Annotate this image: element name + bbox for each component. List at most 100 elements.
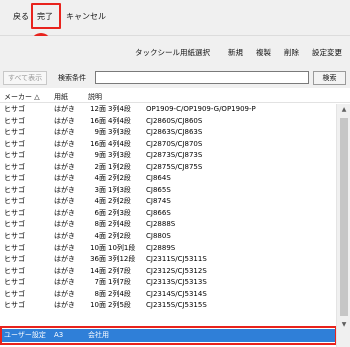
- cell-maker: ヒサゴ: [4, 278, 25, 287]
- search-input[interactable]: [95, 71, 309, 84]
- cell-maker: ヒサゴ: [4, 197, 25, 206]
- scroll-down-arrow-icon[interactable]: ▼: [337, 319, 350, 331]
- cell-code: CJ865S: [146, 185, 171, 194]
- cell-layout: 3列12段: [108, 255, 136, 264]
- cell-code: CJ2314S/CJ5314S: [146, 289, 207, 298]
- cancel-button[interactable]: キャンセル: [65, 11, 107, 23]
- cell-code: CJ2870S/CJ870S: [146, 139, 203, 148]
- cell-code: CJ2312S/CJ5312S: [146, 266, 207, 275]
- cell-maker: ヒサゴ: [4, 301, 25, 310]
- table-row[interactable]: ヒサゴ はがき 4面 2列2段 CJ864S: [0, 173, 336, 185]
- cell-layout: 4列4段: [108, 139, 131, 148]
- delete-button[interactable]: 削除: [284, 47, 299, 58]
- new-button[interactable]: 新規: [228, 47, 243, 58]
- cell-maker: ヒサゴ: [4, 174, 25, 183]
- cell-count: 9面: [94, 128, 106, 137]
- cell-code: CJ2875S/CJ875S: [146, 162, 203, 171]
- cell-paper: はがき: [54, 220, 75, 229]
- cell-maker: ヒサゴ: [4, 289, 25, 298]
- cell-count: 16面: [90, 139, 106, 148]
- cell-layout: 2列2段: [108, 232, 131, 241]
- cell-layout: 2列7段: [108, 266, 131, 275]
- table-row[interactable]: ヒサゴ はがき 6面 2列3段 CJ866S: [0, 208, 336, 220]
- cell-layout: 4列4段: [108, 116, 131, 125]
- cell-paper: はがき: [54, 289, 75, 298]
- cell-paper: はがき: [54, 139, 75, 148]
- scroll-up-arrow-icon[interactable]: ▲: [337, 104, 350, 116]
- search-button[interactable]: 検索: [313, 71, 346, 85]
- table-row[interactable]: ヒサゴ はがき 10面 10列1段 CJ2889S: [0, 243, 336, 255]
- cell-code: CJ2315S/CJ5315S: [146, 301, 207, 310]
- selected-row-highlight: [0, 326, 337, 345]
- table-row[interactable]: ヒサゴ はがき 9面 3列3段 CJ2873S/CJ873S: [0, 150, 336, 162]
- table-row[interactable]: ヒサゴ はがき 16面 4列4段 CJ2860S/CJ860S: [0, 116, 336, 128]
- cell-paper: はがき: [54, 151, 75, 160]
- cell-count: 2面: [94, 162, 106, 171]
- table-body: ヒサゴ はがき 12面 3列4段 OP1909-C/OP1909-G/OP1909-P …: [0, 104, 336, 312]
- search-condition-label: 検索条件: [58, 74, 86, 82]
- cell-count: 16面: [90, 116, 106, 125]
- cell-count: 8面: [94, 289, 106, 298]
- column-header-maker[interactable]: メーカー △: [4, 92, 40, 102]
- cell-count: 3面: [94, 185, 106, 194]
- table-row[interactable]: ヒサゴ はがき 36面 3列12段 CJ2311S/CJ5311S: [0, 254, 336, 266]
- change-settings-button[interactable]: 設定変更: [312, 47, 342, 58]
- cell-maker: ヒサゴ: [4, 185, 25, 194]
- table-row[interactable]: ヒサゴ はがき 8面 2列4段 CJ2314S/CJ5314S: [0, 289, 336, 301]
- cell-count: 8面: [94, 220, 106, 229]
- table-row[interactable]: ヒサゴ はがき 14面 2列7段 CJ2312S/CJ5312S: [0, 266, 336, 278]
- column-header-description[interactable]: 説明: [88, 92, 102, 102]
- cell-paper: はがき: [54, 185, 75, 194]
- cell-count: 10面: [90, 243, 106, 252]
- scrollbar-thumb[interactable]: [340, 118, 348, 316]
- done-button-highlight: [31, 3, 61, 29]
- duplicate-button[interactable]: 複製: [256, 47, 271, 58]
- cell-paper: はがき: [54, 105, 75, 113]
- table-row[interactable]: ヒサゴ はがき 9面 3列3段 CJ2863S/CJ863S: [0, 127, 336, 139]
- cell-maker: ヒサゴ: [4, 128, 25, 137]
- cell-count: 12面: [90, 105, 106, 113]
- table-row[interactable]: ヒサゴ はがき 12面 3列4段 OP1909-C/OP1909-G/OP1909-P: [0, 104, 336, 116]
- cell-code: CJ2311S/CJ5311S: [146, 255, 207, 264]
- label-paper-table: メーカー △ 用紙 説明 ヒサゴ はがき 12面 3列4段 OP1909-C/OP190…: [0, 89, 350, 347]
- cell-paper: はがき: [54, 128, 75, 137]
- cell-paper: はがき: [54, 208, 75, 217]
- table-row[interactable]: ヒサゴ はがき 3面 1列3段 CJ865S: [0, 185, 336, 197]
- table-row[interactable]: ヒサゴ はがき 7面 1列7段 CJ2313S/CJ5313S: [0, 277, 336, 289]
- column-header-paper[interactable]: 用紙: [54, 92, 68, 102]
- vertical-scrollbar[interactable]: ▲ ▼: [336, 104, 350, 347]
- cell-paper: はがき: [54, 116, 75, 125]
- cell-layout: 1列2段: [108, 162, 131, 171]
- cell-maker: ヒサゴ: [4, 232, 25, 241]
- cell-layout: 3列3段: [108, 128, 131, 137]
- search-bar: すべて表示 検索条件 検索: [0, 68, 350, 88]
- cell-count: 10面: [90, 301, 106, 310]
- cell-code: CJ2860S/CJ860S: [146, 116, 203, 125]
- cell-code: OP1909-C/OP1909-G/OP1909-P: [146, 105, 256, 113]
- cell-paper: はがき: [54, 162, 75, 171]
- table-row[interactable]: ヒサゴ はがき 4面 2列2段 CJ874S: [0, 196, 336, 208]
- panel-header: タックシール用紙選択 新規 複製 削除 設定変更: [0, 36, 350, 68]
- cell-maker: ヒサゴ: [4, 116, 25, 125]
- cell-layout: 1列7段: [108, 278, 131, 287]
- cell-maker: ヒサゴ: [4, 162, 25, 171]
- table-row[interactable]: ヒサゴ はがき 2面 1列2段 CJ2875S/CJ875S: [0, 162, 336, 174]
- cell-count: 14面: [90, 266, 106, 275]
- cell-layout: 2列2段: [108, 197, 131, 206]
- back-button[interactable]: 戻る: [12, 11, 30, 23]
- cell-maker: ヒサゴ: [4, 139, 25, 148]
- cell-maker: ヒサゴ: [4, 266, 25, 275]
- cell-code: CJ2889S: [146, 243, 176, 252]
- cell-layout: 2列3段: [108, 208, 131, 217]
- top-toolbar: 戻る 完了 キャンセル: [0, 0, 350, 36]
- cell-maker: ヒサゴ: [4, 255, 25, 264]
- cell-paper: はがき: [54, 243, 75, 252]
- table-row[interactable]: ヒサゴ はがき 8面 2列4段 CJ2888S: [0, 219, 336, 231]
- table-row[interactable]: ヒサゴ はがき 16面 4列4段 CJ2870S/CJ870S: [0, 139, 336, 151]
- cell-layout: 2列5段: [108, 301, 131, 310]
- show-all-button[interactable]: すべて表示: [3, 71, 47, 85]
- cell-maker: ヒサゴ: [4, 105, 25, 113]
- table-row[interactable]: ヒサゴ はがき 4面 2列2段 CJ880S: [0, 231, 336, 243]
- cell-layout: 1列3段: [108, 185, 131, 194]
- table-row[interactable]: ヒサゴ はがき 10面 2列5段 CJ2315S/CJ5315S: [0, 300, 336, 312]
